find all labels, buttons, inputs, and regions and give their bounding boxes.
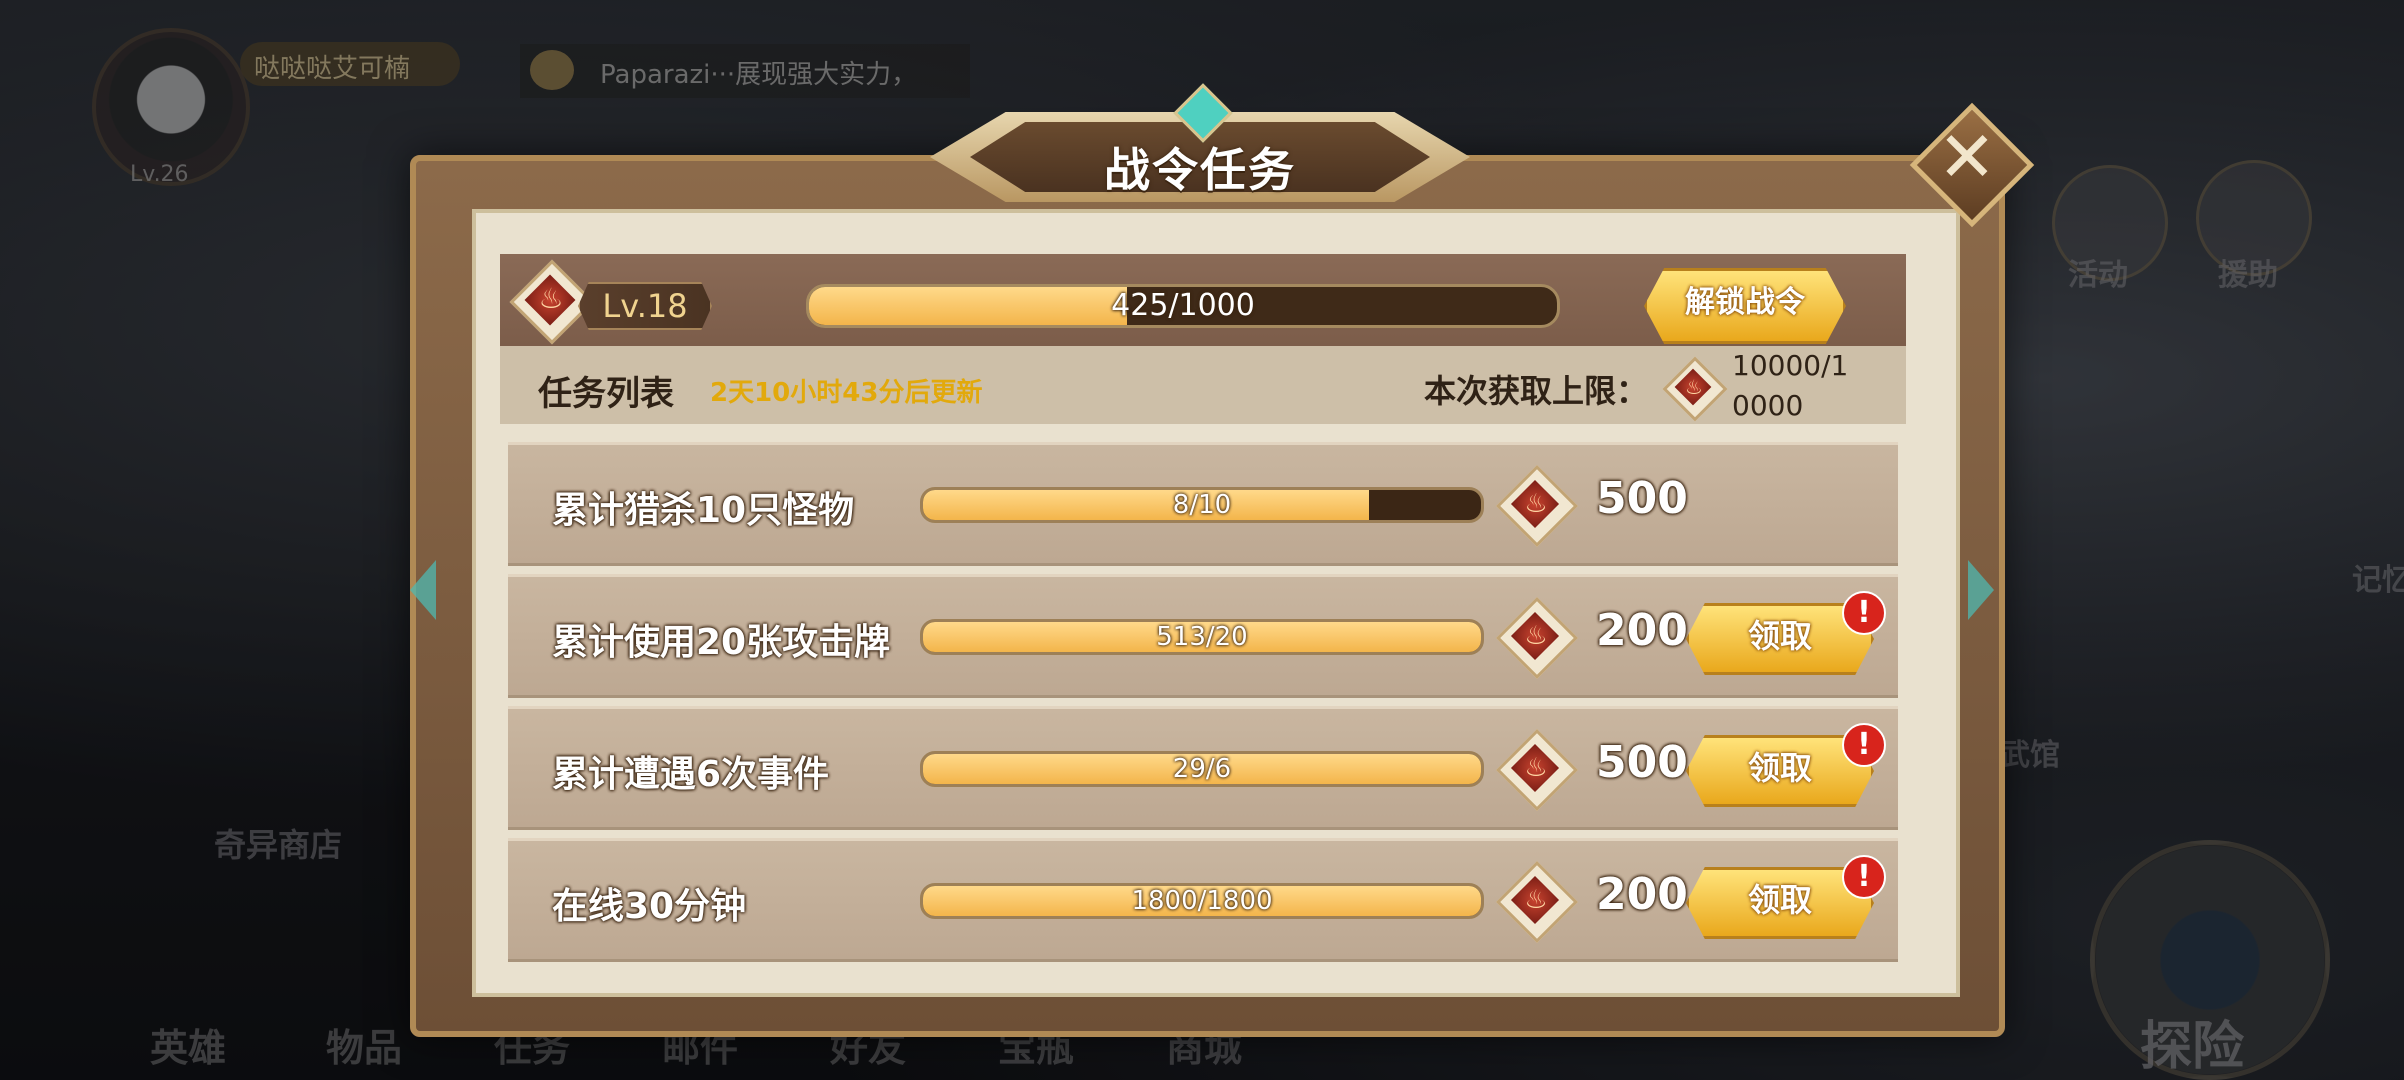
title-plate: 战令任务: [930, 83, 1470, 212]
pass-level: Lv.18: [578, 282, 712, 330]
pass-progress-bar: 425/1000: [806, 284, 1560, 328]
task-progress-text: 29/6: [1172, 754, 1232, 784]
task-progress-bar: 8/10: [920, 487, 1484, 523]
task-name: 在线30分钟: [552, 886, 747, 927]
limit-flame-icon: ♨: [1662, 356, 1728, 422]
limit-label: 本次获取上限：: [1424, 372, 1649, 410]
unlock-pass-label: 解锁战令: [1685, 285, 1805, 320]
task-progress-bar: 1800/1800: [920, 883, 1484, 919]
dialog-title: 战令任务: [1104, 143, 1296, 197]
close-icon: ✕: [1937, 116, 1997, 198]
task-list-label: 任务列表: [538, 374, 674, 414]
task-reward: 200: [1596, 869, 1688, 920]
task-progress-text: 513/20: [1156, 622, 1248, 652]
limit-value: 10000/10000: [1732, 349, 1849, 422]
task-progress-text: 1800/1800: [1131, 886, 1273, 916]
reward-flame-icon: ♨: [1495, 860, 1579, 944]
task-row: 累计使用20张攻击牌 513/20 ♨ 200 领取!: [508, 574, 1898, 698]
refresh-countdown: 2天10小时43分后更新: [710, 378, 983, 408]
unlock-pass-button[interactable]: 解锁战令: [1644, 268, 1846, 344]
task-reward: 500: [1596, 737, 1688, 788]
task-reward: 200: [1596, 605, 1688, 656]
alert-icon: !: [1842, 591, 1886, 635]
pass-level-flame-icon: ♨: [509, 259, 595, 345]
alert-icon: !: [1842, 855, 1886, 899]
close-button[interactable]: ✕: [1909, 102, 2035, 228]
task-name: 累计使用20张攻击牌: [552, 622, 891, 663]
reward-flame-icon: ♨: [1495, 728, 1579, 812]
pass-progress-text: 425/1000: [1111, 288, 1255, 323]
task-name: 累计猎杀10只怪物: [552, 490, 855, 531]
task-progress-bar: 29/6: [920, 751, 1484, 787]
task-progress-text: 8/10: [1172, 490, 1232, 520]
task-row: 在线30分钟 1800/1800 ♨ 200 领取!: [508, 838, 1898, 962]
task-row: 累计遭遇6次事件 29/6 ♨ 500 领取!: [508, 706, 1898, 830]
task-row: 累计猎杀10只怪物 8/10 ♨ 500: [508, 442, 1898, 566]
reward-flame-icon: ♨: [1495, 596, 1579, 680]
reward-flame-icon: ♨: [1495, 464, 1579, 548]
alert-icon: !: [1842, 723, 1886, 767]
task-progress-bar: 513/20: [920, 619, 1484, 655]
task-name: 累计遭遇6次事件: [552, 754, 830, 795]
task-reward: 500: [1596, 473, 1688, 524]
